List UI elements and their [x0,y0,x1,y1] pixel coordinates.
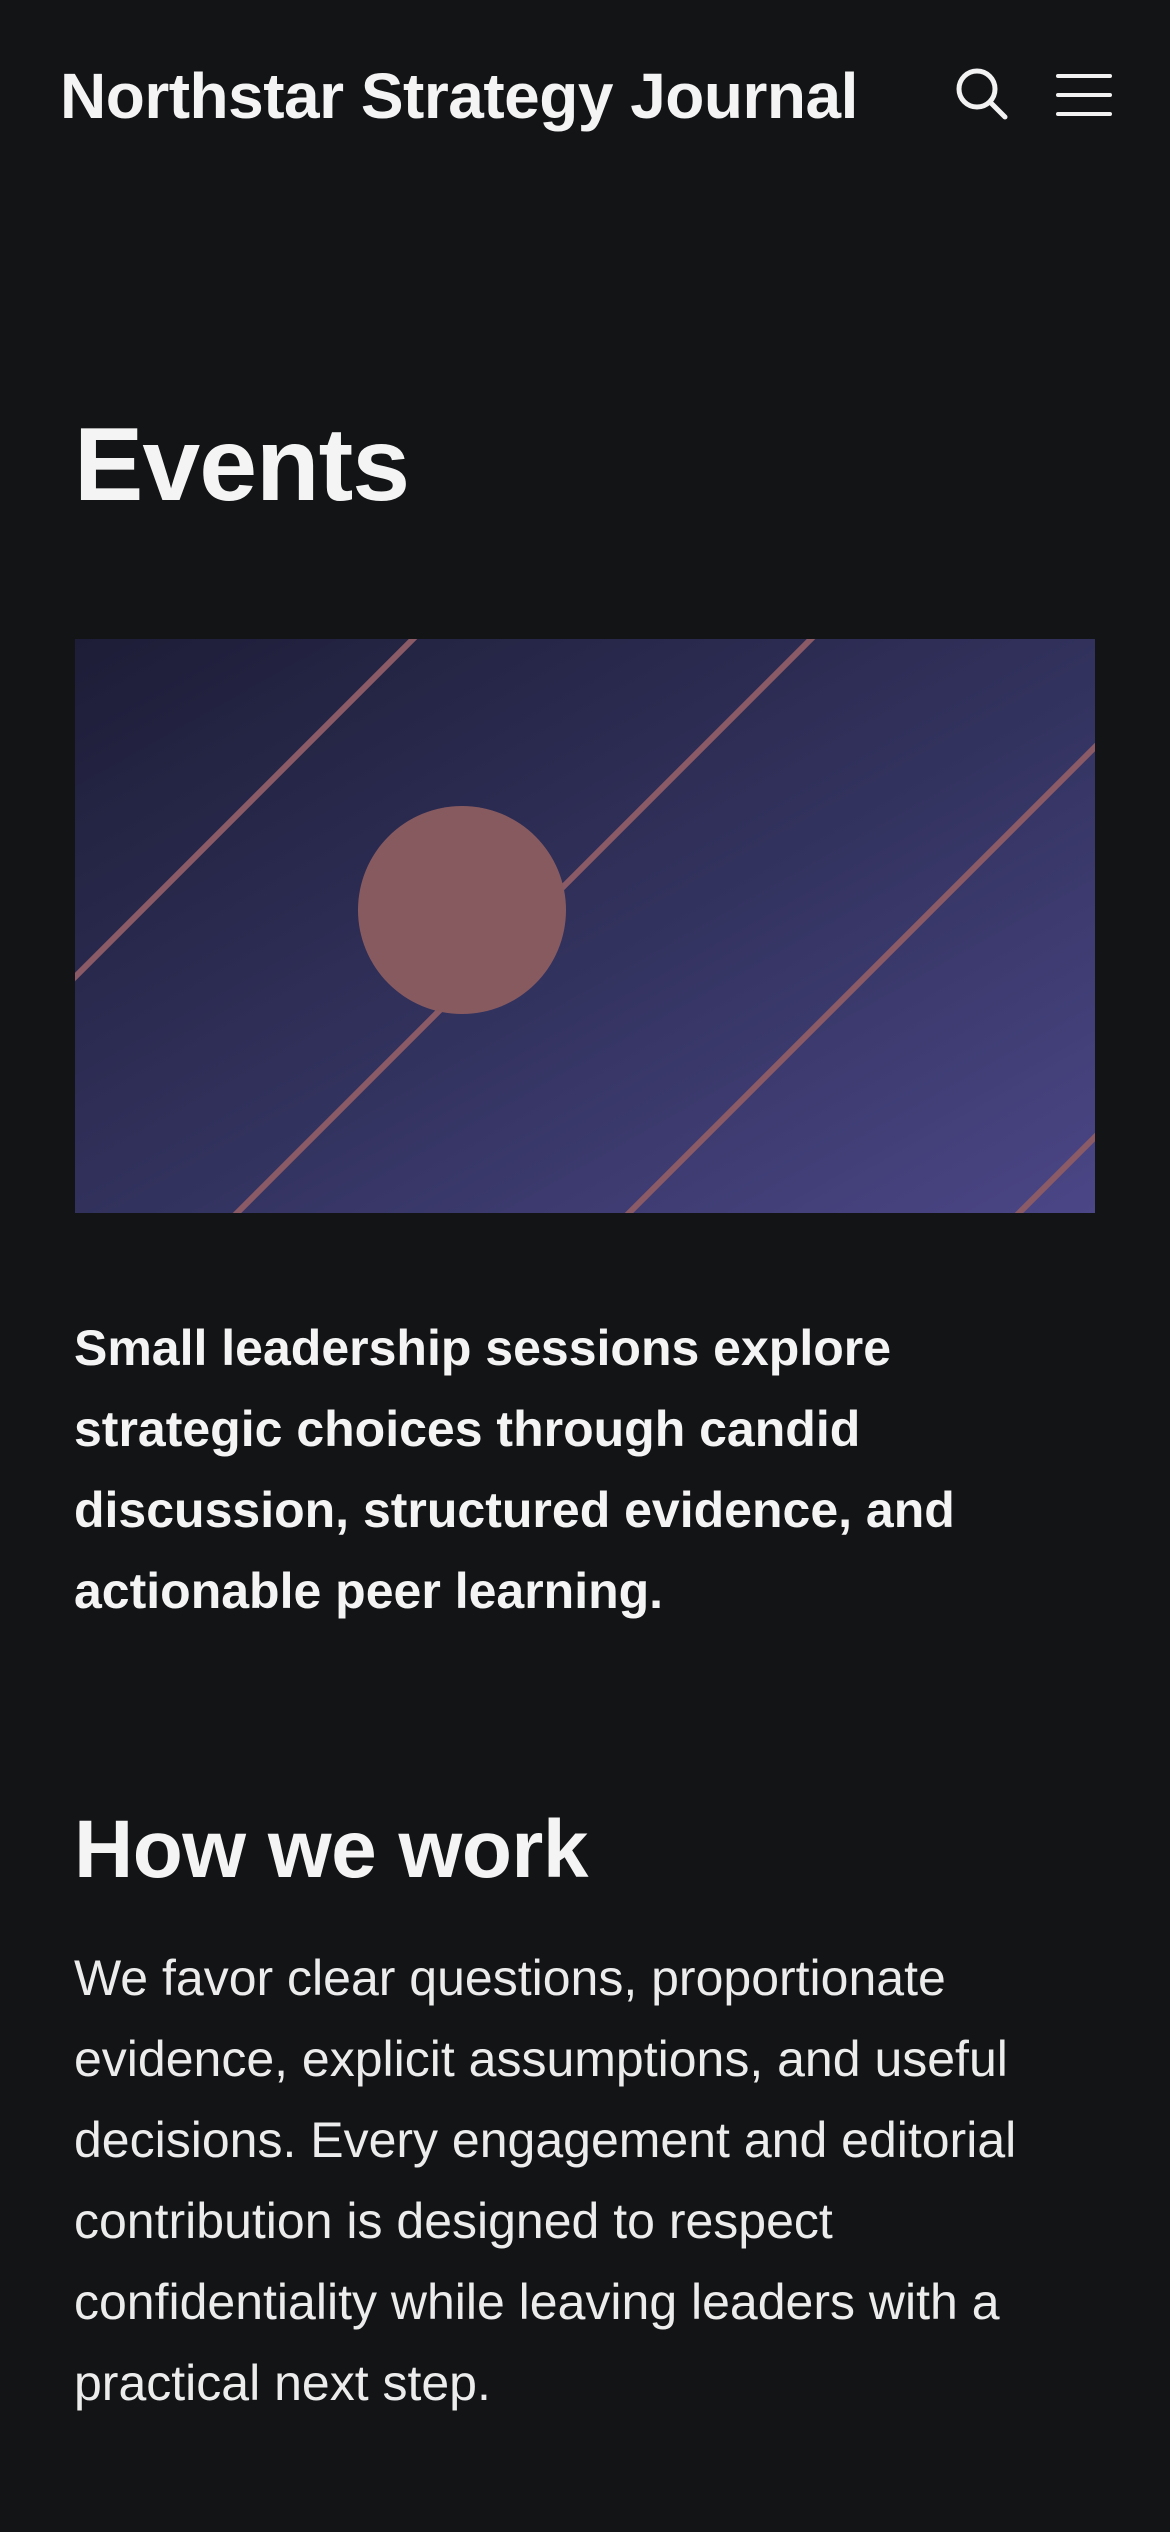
accent-circle [358,806,566,1014]
section-heading-how-we-work: How we work [74,1804,588,1895]
page-title: Events [74,407,410,523]
search-icon [956,68,1008,120]
section-body-text: We favor clear questions, proportionate … [74,1950,1017,2411]
site-title[interactable]: Northstar Strategy Journal [60,56,858,136]
search-button[interactable] [950,62,1014,126]
hamburger-menu-icon [1056,74,1112,116]
site-header: Northstar Strategy Journal [0,0,1170,190]
hero-background [75,639,1095,1213]
lead-paragraph: Small leadership sessions explore strate… [74,1320,955,1619]
menu-button[interactable] [1052,62,1116,126]
hero-image [75,639,1095,1213]
hero-illustration [75,639,1095,1213]
